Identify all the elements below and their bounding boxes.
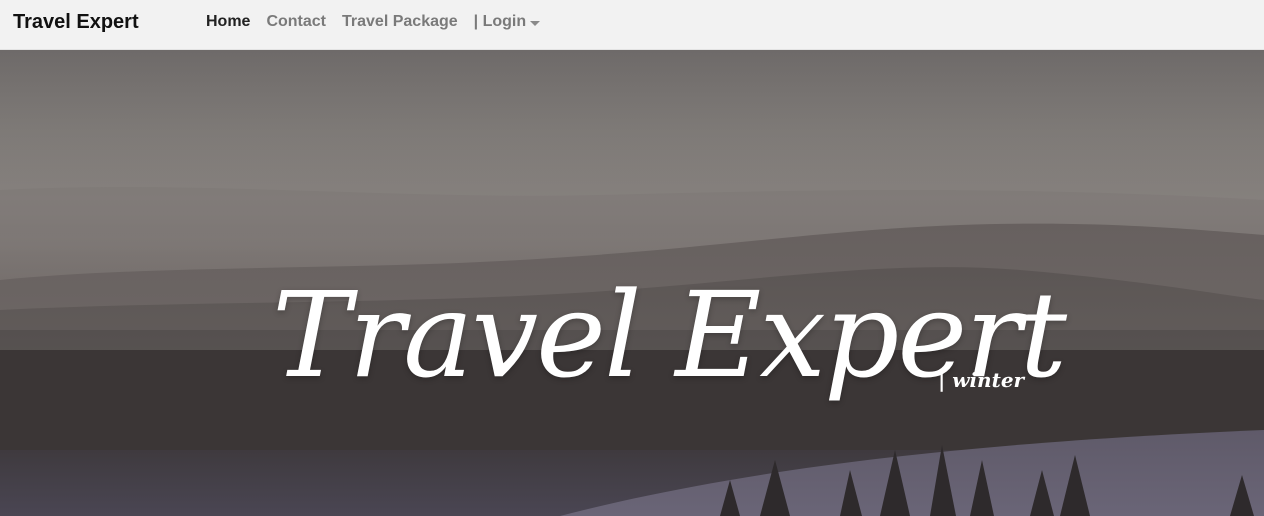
login-label: | Login	[473, 13, 527, 30]
brand-link[interactable]: Travel Expert	[13, 11, 139, 34]
navbar: Travel Expert Home Contact Travel Packag…	[0, 0, 1264, 50]
nav-link-home[interactable]: Home	[206, 13, 250, 31]
nav-link-contact[interactable]: Contact	[266, 13, 326, 31]
nav-links: Home Contact Travel Package | Login	[206, 13, 541, 31]
hero-subtitle: | winter	[938, 368, 1025, 392]
nav-link-travel-package[interactable]: Travel Package	[342, 13, 458, 31]
caret-down-icon	[530, 20, 541, 26]
hero-banner: Travel Expert | winter	[0, 50, 1264, 516]
login-dropdown[interactable]: | Login	[473, 13, 541, 31]
